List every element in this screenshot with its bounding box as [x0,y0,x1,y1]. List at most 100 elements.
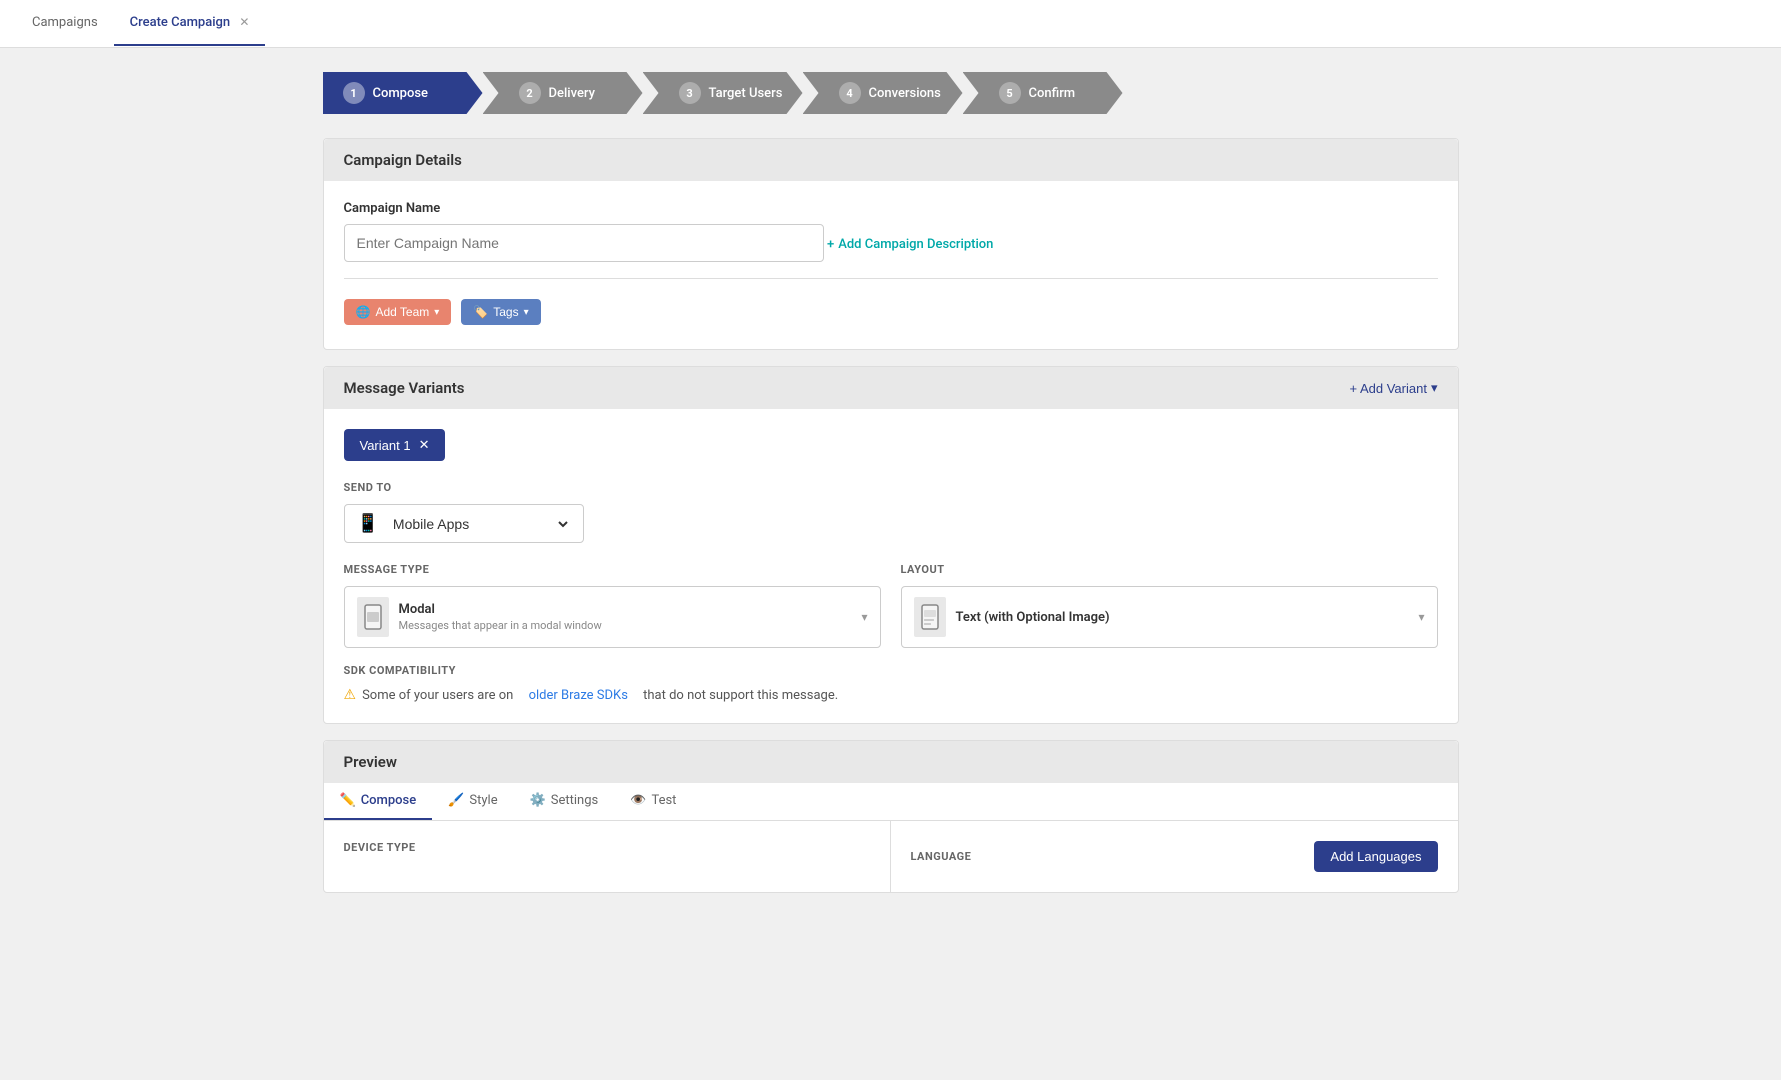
campaign-name-input[interactable] [344,224,824,262]
tags-row: 🌐 Add Team ▾ 🏷️ Tags ▾ [344,295,1438,329]
message-variants-body: Variant 1 ✕ SEND TO 📱 Mobile Apps MESSAG… [324,409,1458,723]
step-num-4: 4 [839,82,861,104]
step-conversions[interactable]: 4 Conversions [803,72,963,114]
add-variant-label: + Add Variant [1350,381,1427,396]
tags-label: Tags [493,305,518,319]
preview-body: DEVICE TYPE LANGUAGE Add Languages [324,821,1458,892]
older-sdks-link[interactable]: older Braze SDKs [529,688,628,703]
send-to-select[interactable]: 📱 Mobile Apps [344,504,584,543]
sdk-compatibility-section: SDK COMPATIBILITY ⚠ Some of your users a… [344,664,1438,703]
message-type-col: MESSAGE TYPE Modal Messages that appear … [344,563,881,648]
send-to-label: SEND TO [344,481,1438,494]
message-type-text: Modal Messages that appear in a modal wi… [399,602,852,632]
step-label-confirm: Confirm [1029,86,1076,101]
preview-right-panel: LANGUAGE Add Languages [891,821,1458,892]
message-variants-card: Message Variants + Add Variant ▾ Variant… [323,366,1459,724]
settings-gear-icon: ⚙️ [530,793,546,808]
nav-tab-create-campaign-label: Create Campaign [130,15,231,30]
layout-label: LAYOUT [901,563,1438,576]
tab-compose-label: Compose [361,793,417,808]
add-variant-button[interactable]: + Add Variant ▾ [1350,380,1438,396]
top-nav: Campaigns Create Campaign ✕ [0,0,1781,48]
divider [344,278,1438,279]
layout-col: LAYOUT Text (with Optional Image) [901,563,1438,648]
layout-select[interactable]: Text (with Optional Image) ▾ [901,586,1438,648]
chevron-down-icon-layout: ▾ [1418,610,1424,624]
variant-1-close-icon[interactable]: ✕ [419,437,430,453]
add-team-label: Add Team [375,305,429,319]
tab-test-label: Test [651,793,676,808]
add-description-button[interactable]: + Add Campaign Description [827,237,993,252]
compose-pencil-icon: ✏️ [340,793,356,808]
campaign-name-label: Campaign Name [344,201,1438,216]
step-compose[interactable]: 1 Compose [323,72,483,114]
chevron-down-icon-type: ▾ [861,610,867,624]
step-label-target-users: Target Users [709,86,783,101]
message-type-layout-row: MESSAGE TYPE Modal Messages that appear … [344,563,1438,648]
add-team-button[interactable]: 🌐 Add Team ▾ [344,299,452,325]
step-delivery[interactable]: 2 Delivery [483,72,643,114]
preview-header: Preview [324,741,1458,783]
test-eye-icon: 👁️ [630,793,646,808]
campaign-details-title: Campaign Details [344,151,462,169]
preview-card: Preview ✏️ Compose 🖌️ Style ⚙️ Settings … [323,740,1459,893]
send-to-dropdown[interactable]: Mobile Apps [389,515,571,533]
nav-tab-campaigns[interactable]: Campaigns [16,1,114,46]
tab-style-label: Style [469,793,497,808]
message-type-label: MESSAGE TYPE [344,563,881,576]
variant-1-label: Variant 1 [360,438,411,453]
tab-style[interactable]: 🖌️ Style [432,783,513,820]
style-brush-icon: 🖌️ [448,793,464,808]
tags-button[interactable]: 🏷️ Tags ▾ [461,299,540,325]
message-type-subtitle: Messages that appear in a modal window [399,619,852,632]
sdk-label: SDK COMPATIBILITY [344,664,1438,677]
globe-icon: 🌐 [356,305,371,319]
step-num-5: 5 [999,82,1021,104]
step-target-users[interactable]: 3 Target Users [643,72,803,114]
plus-icon: + [827,237,834,252]
campaign-details-card: Campaign Details Campaign Name + Add Cam… [323,138,1459,350]
tab-settings-label: Settings [551,793,598,808]
main-content: 1 Compose 2 Delivery 3 Target Users 4 Co… [291,48,1491,917]
steps-container: 1 Compose 2 Delivery 3 Target Users 4 Co… [323,72,1459,114]
language-label: LANGUAGE [911,850,972,863]
sdk-warning-text: ⚠ Some of your users are on older Braze … [344,687,1438,703]
tab-test[interactable]: 👁️ Test [614,783,692,820]
nav-tab-create-campaign[interactable]: Create Campaign ✕ [114,1,266,46]
add-description-label: Add Campaign Description [838,237,993,252]
add-languages-button[interactable]: Add Languages [1314,841,1437,872]
message-variants-header: Message Variants + Add Variant ▾ [324,367,1458,409]
tab-compose[interactable]: ✏️ Compose [324,783,433,820]
message-type-title: Modal [399,602,852,617]
layout-icon [914,597,946,637]
message-type-select[interactable]: Modal Messages that appear in a modal wi… [344,586,881,648]
campaign-details-body: Campaign Name + Add Campaign Description… [324,181,1458,349]
preview-left-panel: DEVICE TYPE [324,821,891,892]
step-label-delivery: Delivery [549,86,595,101]
sdk-warning-before: Some of your users are on [362,688,513,703]
step-label-conversions: Conversions [869,86,941,101]
warning-icon: ⚠ [344,687,357,703]
step-num-3: 3 [679,82,701,104]
chevron-down-icon: ▾ [434,307,439,318]
layout-text: Text (with Optional Image) [956,610,1409,625]
step-num-1: 1 [343,82,365,104]
preview-title: Preview [344,753,397,771]
message-variants-title: Message Variants [344,379,465,397]
close-icon[interactable]: ✕ [239,15,249,29]
tab-settings[interactable]: ⚙️ Settings [514,783,615,820]
layout-title: Text (with Optional Image) [956,610,1409,625]
step-num-2: 2 [519,82,541,104]
modal-icon [357,597,389,637]
campaign-details-header: Campaign Details [324,139,1458,181]
chevron-down-icon-2: ▾ [524,307,529,318]
step-label-compose: Compose [373,86,429,101]
mobile-icon: 📱 [357,513,379,534]
chevron-down-icon-variant: ▾ [1431,380,1438,396]
sdk-warning-after: that do not support this message. [643,688,838,703]
preview-tabs: ✏️ Compose 🖌️ Style ⚙️ Settings 👁️ Test [324,783,1458,821]
step-confirm[interactable]: 5 Confirm [963,72,1123,114]
tag-icon: 🏷️ [473,305,488,319]
device-type-label: DEVICE TYPE [344,841,870,854]
variant-1-tab[interactable]: Variant 1 ✕ [344,429,446,461]
